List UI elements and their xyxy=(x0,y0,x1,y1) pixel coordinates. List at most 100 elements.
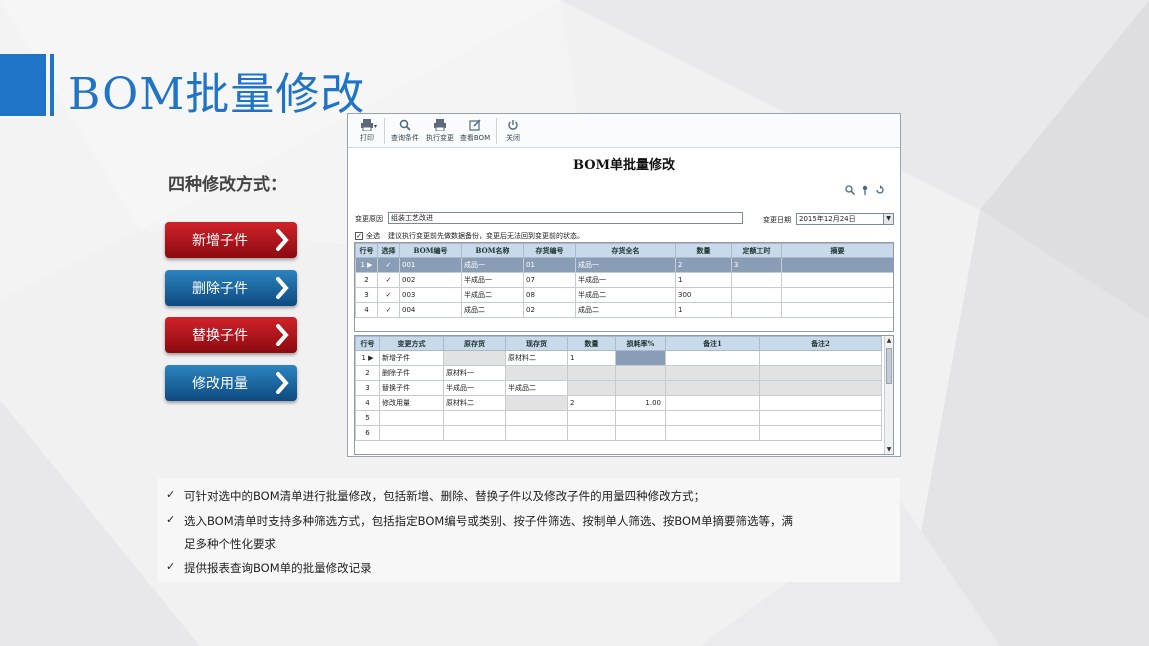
table-row[interactable]: 5 xyxy=(355,410,882,426)
table-cell[interactable] xyxy=(665,425,760,441)
row-select-checkbox[interactable]: ✓ xyxy=(377,287,400,303)
table-cell[interactable]: 300 xyxy=(675,287,732,303)
table-cell[interactable] xyxy=(615,350,666,366)
table-row[interactable]: 6 xyxy=(355,425,882,441)
table-cell[interactable]: 原材料二 xyxy=(443,395,506,411)
column-header[interactable]: 存货编号 xyxy=(523,243,576,258)
mode-button-modify-quantity[interactable]: 修改用量 xyxy=(165,365,297,401)
table-cell[interactable] xyxy=(731,272,782,288)
table-cell[interactable] xyxy=(759,350,882,366)
table-cell[interactable]: 半成品二 xyxy=(505,380,568,396)
table-cell[interactable] xyxy=(781,272,893,288)
table-cell[interactable]: 001 xyxy=(399,257,462,273)
table-cell[interactable] xyxy=(443,410,506,426)
print-button[interactable]: 打印 ▾ xyxy=(352,117,382,147)
table-cell[interactable] xyxy=(781,257,893,273)
scroll-up-arrow-icon[interactable]: ▲ xyxy=(885,336,893,345)
table-cell[interactable]: 1 xyxy=(567,350,616,366)
zoom-icon[interactable] xyxy=(845,185,855,195)
column-header[interactable]: 定额工时 xyxy=(731,243,782,258)
table-cell[interactable] xyxy=(567,410,616,426)
table-cell[interactable] xyxy=(759,395,882,411)
column-header[interactable]: 原存货 xyxy=(443,336,506,351)
table-cell[interactable]: 3 xyxy=(731,257,782,273)
table-cell[interactable] xyxy=(781,302,893,318)
column-header[interactable]: 损耗率% xyxy=(615,336,666,351)
column-header[interactable]: BOM名称 xyxy=(461,243,524,258)
table-row[interactable]: 4 ✓ 004 成品二 02 成品二 1 xyxy=(355,302,893,318)
change-date-picker[interactable]: 2015年12月24日 ▼ xyxy=(796,213,894,225)
column-header[interactable]: 数量 xyxy=(675,243,732,258)
column-header[interactable]: 行号 xyxy=(355,336,380,351)
change-reason-input[interactable]: 组装工艺改进 xyxy=(388,212,743,224)
table-cell[interactable] xyxy=(379,410,444,426)
table-cell[interactable]: 002 xyxy=(399,272,462,288)
table-cell[interactable] xyxy=(615,425,666,441)
table-row[interactable]: 3 替换子件 半成品一 半成品二 xyxy=(355,380,882,396)
column-header[interactable]: 备注2 xyxy=(759,336,882,351)
table-row[interactable]: 4 修改用量 原材料二 2 1.00 xyxy=(355,395,882,411)
vertical-scrollbar[interactable]: ▲ ▼ xyxy=(884,336,893,454)
table-cell[interactable] xyxy=(443,425,506,441)
table-row[interactable]: 1 ▶ 新增子件 原材料二 1 xyxy=(355,350,882,366)
table-cell[interactable]: 1 xyxy=(675,302,732,318)
table-cell[interactable] xyxy=(759,410,882,426)
table-cell[interactable]: 成品二 xyxy=(575,302,676,318)
scrollbar-thumb[interactable] xyxy=(886,348,892,384)
table-row[interactable]: 3 ✓ 003 半成品二 08 半成品二 300 xyxy=(355,287,893,303)
row-select-checkbox[interactable]: ✓ xyxy=(377,272,400,288)
table-cell[interactable]: 2 xyxy=(675,257,732,273)
table-cell[interactable]: 2 xyxy=(567,395,616,411)
table-row[interactable]: 2 删除子件 原材料一 xyxy=(355,365,882,381)
table-cell[interactable]: 替换子件 xyxy=(379,380,444,396)
table-cell[interactable] xyxy=(781,287,893,303)
chevron-down-icon[interactable]: ▼ xyxy=(883,214,893,224)
table-cell[interactable] xyxy=(665,395,760,411)
table-cell[interactable]: 07 xyxy=(523,272,576,288)
table-cell[interactable]: 半成品一 xyxy=(575,272,676,288)
view-bom-button[interactable]: 查看BOM xyxy=(458,117,492,147)
query-conditions-button[interactable]: 查询条件 xyxy=(388,117,422,147)
table-cell[interactable]: 成品一 xyxy=(461,257,524,273)
scroll-down-arrow-icon[interactable]: ▼ xyxy=(885,445,893,454)
table-cell[interactable]: 原材料一 xyxy=(443,365,506,381)
column-header[interactable]: 数量 xyxy=(567,336,616,351)
table-cell[interactable] xyxy=(665,350,760,366)
table-cell[interactable]: 003 xyxy=(399,287,462,303)
select-all-checkbox[interactable]: ✓ 全选 xyxy=(355,231,380,241)
execute-change-button[interactable]: 执行变更 xyxy=(423,117,457,147)
column-header[interactable]: 变更方式 xyxy=(379,336,444,351)
column-header[interactable]: 存货全名 xyxy=(575,243,676,258)
mode-button-delete-child[interactable]: 删除子件 xyxy=(165,270,297,306)
table-cell[interactable]: 成品二 xyxy=(461,302,524,318)
row-select-checkbox[interactable]: ✓ xyxy=(377,257,400,273)
column-header[interactable]: 备注1 xyxy=(665,336,760,351)
table-cell[interactable] xyxy=(665,410,760,426)
pin-icon[interactable] xyxy=(860,185,870,195)
row-select-checkbox[interactable]: ✓ xyxy=(377,302,400,318)
table-cell[interactable]: 08 xyxy=(523,287,576,303)
table-cell[interactable]: 原材料二 xyxy=(505,350,568,366)
table-cell[interactable] xyxy=(505,410,568,426)
table-row[interactable]: 2 ✓ 002 半成品一 07 半成品一 1 xyxy=(355,272,893,288)
refresh-icon[interactable] xyxy=(875,185,885,195)
table-cell[interactable]: 半成品二 xyxy=(575,287,676,303)
table-row[interactable]: 1 ▶ ✓ 001 成品一 01 成品一 2 3 xyxy=(355,257,893,273)
table-cell[interactable] xyxy=(731,302,782,318)
mode-button-replace-child[interactable]: 替换子件 xyxy=(165,317,297,353)
table-cell[interactable] xyxy=(567,425,616,441)
table-cell[interactable]: 1.00 xyxy=(615,395,666,411)
table-cell[interactable] xyxy=(759,425,882,441)
table-cell[interactable] xyxy=(379,425,444,441)
table-cell[interactable]: 02 xyxy=(523,302,576,318)
table-cell[interactable]: 成品一 xyxy=(575,257,676,273)
table-cell[interactable]: 1 xyxy=(675,272,732,288)
table-cell[interactable]: 半成品一 xyxy=(461,272,524,288)
column-header[interactable]: 行号 xyxy=(355,243,378,258)
close-button[interactable]: 关闭 xyxy=(500,117,526,147)
table-cell[interactable] xyxy=(505,425,568,441)
mode-button-add-child[interactable]: 新增子件 xyxy=(165,222,297,258)
table-cell[interactable]: 新增子件 xyxy=(379,350,444,366)
table-cell[interactable]: 004 xyxy=(399,302,462,318)
table-cell[interactable] xyxy=(615,410,666,426)
